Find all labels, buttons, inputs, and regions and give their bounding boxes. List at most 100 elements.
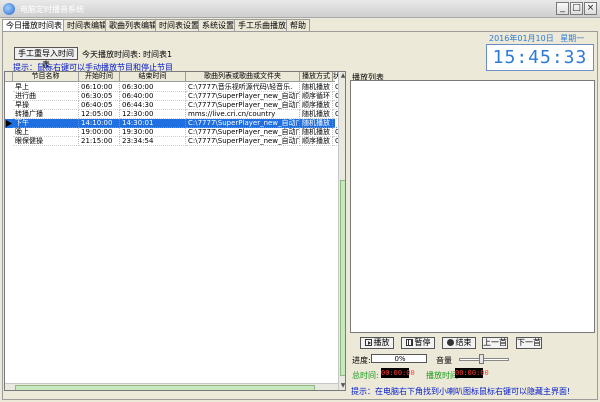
app-icon [3, 3, 15, 15]
column-header-mode[interactable]: 播放方式 [300, 72, 333, 82]
played-time-display: 00:00:00 [455, 368, 489, 378]
title-bar[interactable]: 电脑定时播音系统 _ □ × [0, 0, 600, 18]
stop-label: 结束 [455, 338, 472, 347]
next-track-button[interactable]: 下一首 [516, 337, 542, 349]
tray-tip-text: 提示：在电脑右下角找到小喇叭图标鼠标右键可以隐藏主界面! [351, 387, 571, 396]
minimize-button[interactable]: _ [556, 2, 569, 15]
cell-name: 眼保健操 [13, 137, 79, 146]
current-row-indicator-icon [6, 120, 12, 127]
cell-start: 21:15:00 [79, 137, 120, 146]
cell-source: C:\7777\SuperPlayer_new_自动广播 [186, 101, 300, 110]
total-time-label: 总时间: [352, 371, 379, 380]
cell-start: 12:05:00 [79, 110, 120, 119]
cell-mode: 随机播放 [300, 119, 333, 128]
scroll-up-icon[interactable]: ▲ [339, 72, 345, 80]
tab-schedule-edit[interactable]: 时间表编辑 [63, 19, 111, 31]
cell-mode: 随机播放 [300, 83, 333, 92]
table-row[interactable]: 进行曲 06:30:05 06:40:00 C:\7777\SuperPlayer_n… [5, 92, 339, 101]
total-time-display: 00:00:00 [381, 368, 415, 378]
play-icon [364, 339, 372, 346]
table-row[interactable]: 下午 14:10:00 14:30:01 C:\7777\SuperPlayer_ne… [5, 119, 339, 128]
cell-mode: 随机播放 [300, 128, 333, 137]
pause-label: 暂停 [414, 338, 431, 347]
cell-start: 06:10:00 [79, 83, 120, 92]
volume-thumb[interactable] [479, 354, 485, 364]
column-header-source[interactable]: 歌曲列表或歌曲或文件夹 [186, 72, 300, 82]
cell-source: C:\7777\SuperPlayer_new_自动广播 [186, 119, 300, 128]
date-text: 2016年01月10日 [489, 34, 554, 43]
cell-mode: 顺序循环 [300, 92, 333, 101]
table-row[interactable]: 转播广播 12:05:00 12:30:00 mms://live.cri.cn/co… [5, 110, 339, 119]
row-header-corner [5, 72, 13, 82]
cell-source: C:\7777\音乐视听源代码\轻音乐. [186, 83, 300, 92]
clock-display: 15:45:33 [486, 44, 594, 71]
cell-start: 06:30:05 [79, 92, 120, 101]
play-button[interactable]: 播放 [360, 337, 394, 349]
progress-label: 进度: [352, 356, 371, 365]
schedule-table[interactable]: 节目名称 开始时间 结束时间 歌曲列表或歌曲或文件夹 播放方式 状 早上06:1… [4, 71, 346, 391]
volume-label: 音量 [436, 356, 452, 365]
cell-name: 进行曲 [13, 92, 79, 101]
tab-help[interactable]: 帮助 [286, 19, 310, 31]
cell-name: 早操 [13, 101, 79, 110]
table-row[interactable]: 早上 06:10:00 06:30:00 C:\7777\音乐视听源代码\轻音乐. 随机… [5, 83, 339, 92]
cell-mode: 随机播放 [300, 110, 333, 119]
vertical-scroll-thumb[interactable] [340, 180, 345, 376]
tab-playlist-edit[interactable]: 歌曲列表编辑 [105, 19, 161, 31]
cell-source: C:\7777\SuperPlayer_new_自动广播 [186, 128, 300, 137]
cell-end: 06:30:00 [120, 83, 186, 92]
table-row[interactable]: 晚上 19:00:00 19:30:00 C:\7777\SuperPlayer_ne… [5, 128, 339, 137]
table-row[interactable]: 早操 06:40:05 06:44:30 C:\7777\SuperPlayer_ne… [5, 101, 339, 110]
tab-schedule-settings[interactable]: 时间表设置 [155, 19, 203, 31]
cell-end: 14:30:01 [120, 119, 186, 128]
pause-button[interactable]: 暂停 [401, 337, 435, 349]
cell-end: 19:30:00 [120, 128, 186, 137]
cell-source: C:\7777\SuperPlayer_new_自动广播 [186, 137, 300, 146]
previous-track-button[interactable]: 上一首 [482, 337, 508, 349]
volume-slider[interactable] [457, 353, 513, 365]
column-header-end[interactable]: 结束时间 [120, 72, 186, 82]
progress-percent: 0% [394, 355, 406, 363]
maximize-button[interactable]: □ [570, 2, 583, 15]
horizontal-scroll-thumb[interactable] [15, 385, 315, 390]
column-header-start[interactable]: 开始时间 [79, 72, 120, 82]
main-window: 电脑定时播音系统 _ □ × 今日播放时间表 时间表编辑 歌曲列表编辑 时间表设… [0, 0, 600, 402]
cell-mode: 顺序播放 [300, 137, 333, 146]
cell-start: 19:00:00 [79, 128, 120, 137]
cell-end: 23:34:54 [120, 137, 186, 146]
play-label: 播放 [373, 338, 390, 347]
cell-end: 06:44:30 [120, 101, 186, 110]
weekday-text: 星期一 [560, 34, 585, 43]
tab-manual-play[interactable]: 手工乐曲播放 [234, 19, 290, 31]
table-row[interactable]: 眼保健操 21:15:00 23:34:54 C:\7777\SuperPlayer_… [5, 137, 339, 146]
horizontal-scrollbar[interactable] [5, 383, 338, 390]
stop-icon [446, 339, 454, 346]
scroll-down-icon[interactable]: ▼ [339, 382, 345, 390]
window-title: 电脑定时播音系统 [20, 5, 84, 14]
cell-start: 06:40:05 [79, 101, 120, 110]
reimport-schedule-button[interactable]: 手工重导入时间表 [14, 47, 78, 69]
column-header-name[interactable]: 节目名称 [13, 72, 79, 82]
cell-source: mms://live.cri.cn/country [186, 110, 300, 119]
cell-source: C:\7777\SuperPlayer_new_自动广播 [186, 92, 300, 101]
cell-end: 12:30:00 [120, 110, 186, 119]
vertical-scrollbar[interactable]: ▲ ▼ [338, 72, 345, 390]
date-display: 2016年01月10日 星期一 [489, 33, 584, 44]
today-schedule-label: 今天播放时间表: [82, 50, 141, 59]
progress-bar[interactable]: 0% [371, 354, 427, 363]
cell-name: 转播广播 [13, 110, 79, 119]
cell-name: 早上 [13, 83, 79, 92]
close-button[interactable]: × [584, 2, 597, 15]
stop-button[interactable]: 结束 [442, 337, 476, 349]
cell-end: 06:40:00 [120, 92, 186, 101]
tab-system-settings[interactable]: 系统设置 [198, 19, 238, 31]
pause-icon [405, 339, 413, 346]
cell-name: 晚上 [13, 128, 79, 137]
cell-start: 14:10:00 [79, 119, 120, 128]
schedule-name: 时间表1 [143, 50, 173, 59]
table-header: 节目名称 开始时间 结束时间 歌曲列表或歌曲或文件夹 播放方式 状 [5, 72, 339, 82]
cell-name: 下午 [13, 119, 79, 128]
cell-mode: 顺序播放 [300, 101, 333, 110]
tab-bar: 今日播放时间表 时间表编辑 歌曲列表编辑 时间表设置 系统设置 手工乐曲播放 帮… [2, 19, 482, 32]
playlist-box[interactable] [350, 80, 595, 333]
